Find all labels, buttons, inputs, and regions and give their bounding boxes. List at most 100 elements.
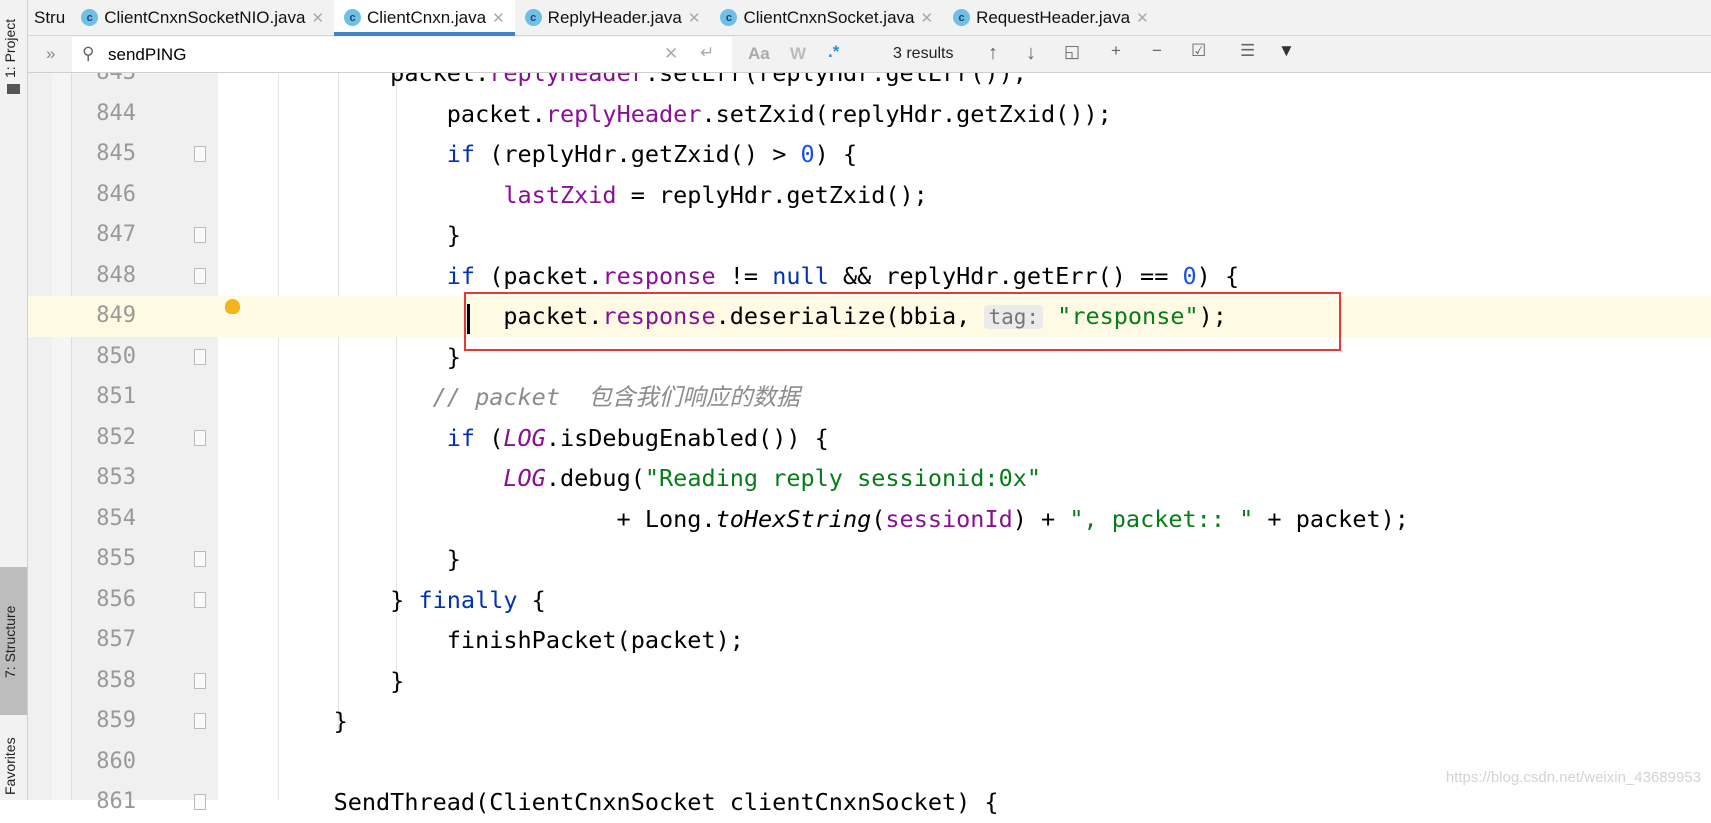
- tab-clientcnxnsocketnio[interactable]: c ClientCnxnSocketNIO.java ✕: [71, 0, 334, 36]
- line-number[interactable]: 855: [72, 539, 136, 580]
- fold-marker-icon[interactable]: [194, 713, 206, 729]
- tab-clientcnxn[interactable]: c ClientCnxn.java ✕: [334, 0, 515, 36]
- close-icon[interactable]: ✕: [492, 9, 505, 27]
- regex-button[interactable]: .*: [828, 42, 839, 62]
- in-selection-icon[interactable]: ☰: [1240, 41, 1255, 61]
- code-line[interactable]: 859 }: [0, 701, 1711, 742]
- code-line[interactable]: 844 packet.replyHeader.setZxid(replyHdr.…: [0, 94, 1711, 135]
- fold-marker-icon[interactable]: [194, 146, 206, 162]
- filter-icon[interactable]: ▼: [1278, 41, 1295, 61]
- line-number[interactable]: 858: [72, 661, 136, 702]
- code-text: }: [277, 661, 404, 702]
- tab-requestheader[interactable]: c RequestHeader.java ✕: [943, 0, 1159, 36]
- code-token: toHexString: [715, 504, 872, 533]
- tab-label: ClientCnxn.java: [367, 7, 487, 27]
- java-class-icon: c: [81, 9, 99, 26]
- fold-marker-icon[interactable]: [194, 267, 206, 284]
- code-text: if (LOG.isDebugEnabled()) {: [277, 418, 829, 459]
- project-tool-button[interactable]: 1: Project: [2, 19, 18, 78]
- close-icon[interactable]: ✕: [1136, 9, 1149, 27]
- arrow-down-icon[interactable]: ↓: [1026, 42, 1036, 65]
- code-line[interactable]: 857 finishPacket(packet);: [0, 620, 1711, 661]
- line-number[interactable]: 851: [72, 377, 136, 418]
- line-number[interactable]: 849: [72, 296, 136, 337]
- tab-replyheader[interactable]: c ReplyHeader.java ✕: [515, 0, 711, 36]
- match-case-button[interactable]: Aa: [748, 44, 770, 64]
- search-value: sendPING: [108, 44, 187, 64]
- code-token: LOG: [503, 464, 546, 492]
- editor-tabs: Stru c ClientCnxnSocketNIO.java ✕ c ClientCn…: [28, 0, 1711, 36]
- fold-marker-icon[interactable]: [194, 794, 206, 810]
- words-button[interactable]: W: [790, 44, 806, 64]
- remove-occurrence-icon[interactable]: −: [1152, 41, 1162, 61]
- code-text: SendThread(ClientCnxnSocket clientCnxnSo…: [277, 782, 999, 823]
- code-editor[interactable]: 843 packet.replyHeader.setErr(replyHdr.g…: [0, 53, 1711, 823]
- code-line[interactable]: 847 }: [0, 215, 1711, 256]
- search-input[interactable]: ⚲ sendPING ✕ ↵: [72, 37, 732, 72]
- code-line[interactable]: 851 // packet 包含我们响应的数据: [0, 377, 1711, 418]
- code-line[interactable]: 848 if (packet.response != null && reply…: [0, 256, 1711, 297]
- line-number[interactable]: 848: [72, 256, 136, 297]
- add-occurrence-icon[interactable]: +: [1111, 41, 1121, 61]
- line-number[interactable]: 857: [72, 620, 136, 661]
- code-token: (replyHdr.getZxid() >: [475, 140, 801, 168]
- tab-clientcnxnsocket[interactable]: c ClientCnxnSocket.java ✕: [710, 0, 943, 36]
- line-number[interactable]: 852: [72, 418, 136, 459]
- clear-icon[interactable]: ✕: [664, 44, 678, 64]
- code-token: ) {: [814, 140, 858, 168]
- close-icon[interactable]: ✕: [920, 9, 933, 27]
- close-icon[interactable]: ✕: [688, 9, 701, 27]
- lightbulb-icon[interactable]: [225, 299, 240, 314]
- code-token: }: [277, 545, 461, 573]
- code-line[interactable]: 858 }: [0, 661, 1711, 702]
- close-icon[interactable]: ✕: [311, 9, 324, 27]
- line-number[interactable]: 845: [72, 134, 136, 175]
- line-number[interactable]: 844: [72, 94, 136, 135]
- line-number[interactable]: 859: [72, 701, 136, 742]
- fold-marker-icon[interactable]: [194, 348, 206, 365]
- code-token: .isDebugEnabled()) {: [545, 423, 829, 452]
- toggle-occurrence-icon[interactable]: ☑: [1191, 41, 1206, 61]
- code-line[interactable]: 856 } finally {: [0, 580, 1711, 621]
- newline-icon[interactable]: ↵: [700, 43, 714, 63]
- tab-label: ClientCnxnSocketNIO.java: [104, 7, 306, 27]
- fold-marker-icon[interactable]: [194, 591, 206, 608]
- code-line[interactable]: 845 if (replyHdr.getZxid() > 0) {: [0, 134, 1711, 175]
- select-all-icon[interactable]: ◱: [1064, 42, 1080, 62]
- code-line[interactable]: 855 }: [0, 539, 1711, 580]
- fold-marker-icon[interactable]: [194, 227, 206, 243]
- results-count: 3 results: [893, 45, 954, 62]
- line-number[interactable]: 856: [72, 580, 136, 621]
- structure-tab-stub[interactable]: Stru: [28, 0, 71, 36]
- fold-marker-icon[interactable]: [194, 429, 206, 446]
- line-number[interactable]: 846: [72, 175, 136, 216]
- expand-icon[interactable]: »: [46, 44, 55, 64]
- line-number[interactable]: 860: [72, 742, 136, 783]
- code-line[interactable]: 852 if (LOG.isDebugEnabled()) {: [0, 418, 1711, 459]
- structure-tool-button[interactable]: 7: Structure: [2, 606, 18, 678]
- code-token: if: [446, 423, 476, 452]
- code-text: }: [277, 701, 348, 742]
- code-token: }: [277, 666, 405, 695]
- code-line[interactable]: 861 SendThread(ClientCnxnSocket clientCn…: [0, 782, 1711, 823]
- line-number[interactable]: 854: [72, 499, 136, 540]
- favorites-tool-button[interactable]: Favorites: [2, 737, 18, 795]
- code-token: ) {: [1196, 261, 1240, 290]
- code-line[interactable]: 846 lastZxid = replyHdr.getZxid();: [0, 175, 1711, 216]
- fold-marker-icon[interactable]: [194, 551, 206, 567]
- line-number[interactable]: 853: [72, 458, 136, 499]
- code-line[interactable]: 854 + Long.toHexString(sessionId) + ", p…: [0, 499, 1711, 540]
- line-number[interactable]: 861: [72, 782, 136, 823]
- code-text: + Long.toHexString(sessionId) + ", packe…: [277, 499, 1409, 540]
- line-number[interactable]: 850: [72, 337, 136, 378]
- search-icon[interactable]: ⚲: [82, 44, 94, 64]
- arrow-up-icon[interactable]: ↑: [988, 42, 998, 65]
- folder-icon: [7, 84, 20, 94]
- fold-marker-icon[interactable]: [194, 672, 206, 689]
- code-line[interactable]: 853 LOG.debug("Reading reply sessionid:0…: [0, 458, 1711, 499]
- line-number[interactable]: 847: [72, 215, 136, 256]
- code-text: }: [277, 215, 461, 256]
